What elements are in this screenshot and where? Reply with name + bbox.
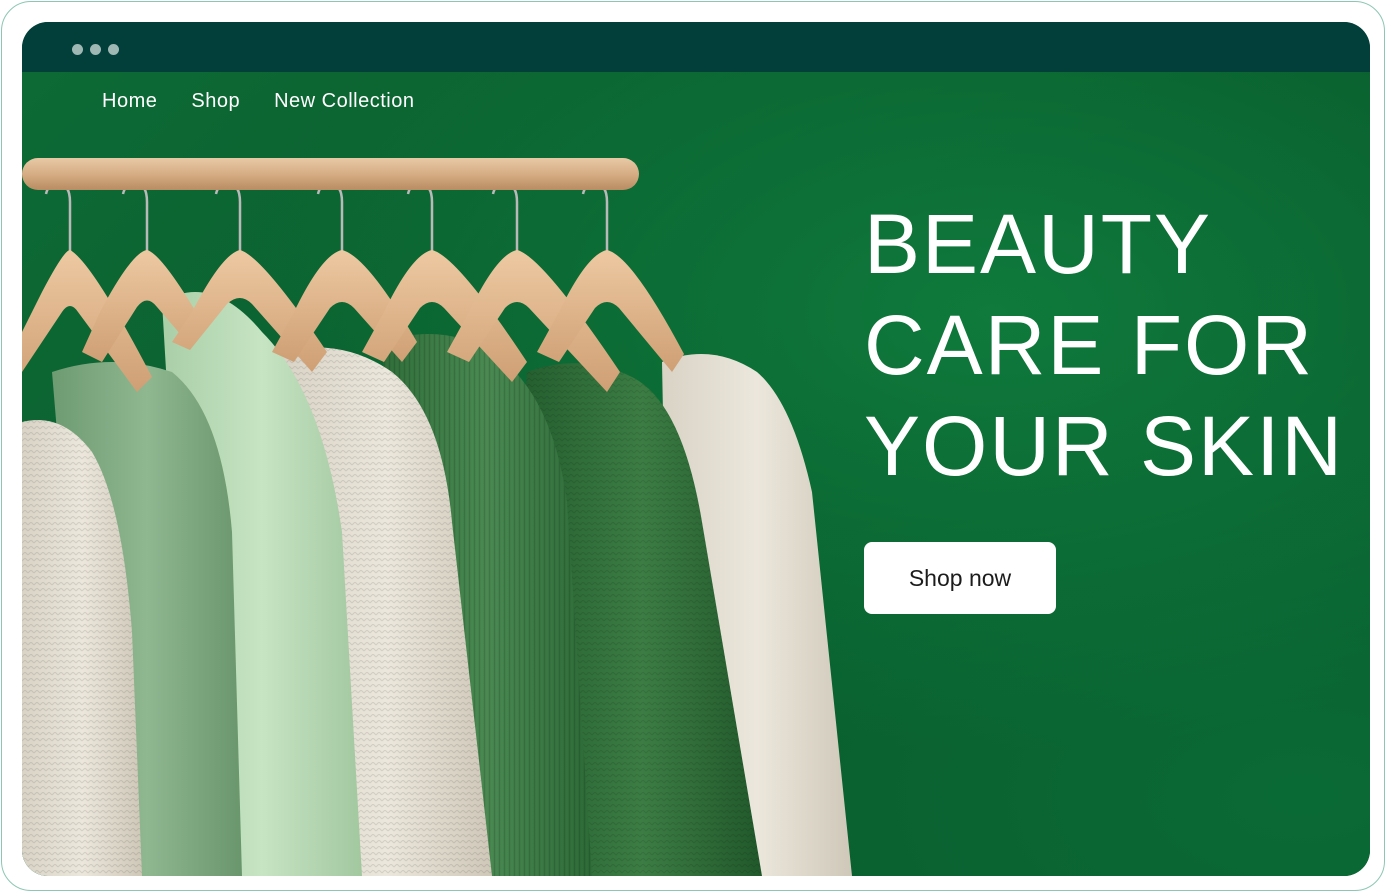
outer-frame: Home Shop New Collection BEAUTY CARE FOR…	[1, 1, 1385, 891]
window-titlebar	[22, 22, 1370, 72]
nav-item-shop[interactable]: Shop	[191, 90, 240, 113]
hero-headline: BEAUTY CARE FOR YOUR SKIN	[864, 194, 1344, 497]
window-controls	[72, 44, 119, 55]
shop-now-button[interactable]: Shop now	[864, 542, 1056, 614]
nav-item-home[interactable]: Home	[102, 90, 157, 113]
window-dot-icon[interactable]	[90, 44, 101, 55]
headline-line: CARE FOR	[864, 298, 1315, 392]
browser-window: Home Shop New Collection BEAUTY CARE FOR…	[22, 22, 1370, 876]
headline-line: YOUR SKIN	[864, 399, 1345, 493]
clothes-rack-icon	[22, 158, 852, 876]
window-dot-icon[interactable]	[108, 44, 119, 55]
window-dot-icon[interactable]	[72, 44, 83, 55]
headline-line: BEAUTY	[864, 197, 1213, 291]
main-nav: Home Shop New Collection	[102, 90, 448, 113]
nav-item-new-collection[interactable]: New Collection	[274, 90, 414, 113]
hero-section: Home Shop New Collection BEAUTY CARE FOR…	[22, 72, 1370, 876]
